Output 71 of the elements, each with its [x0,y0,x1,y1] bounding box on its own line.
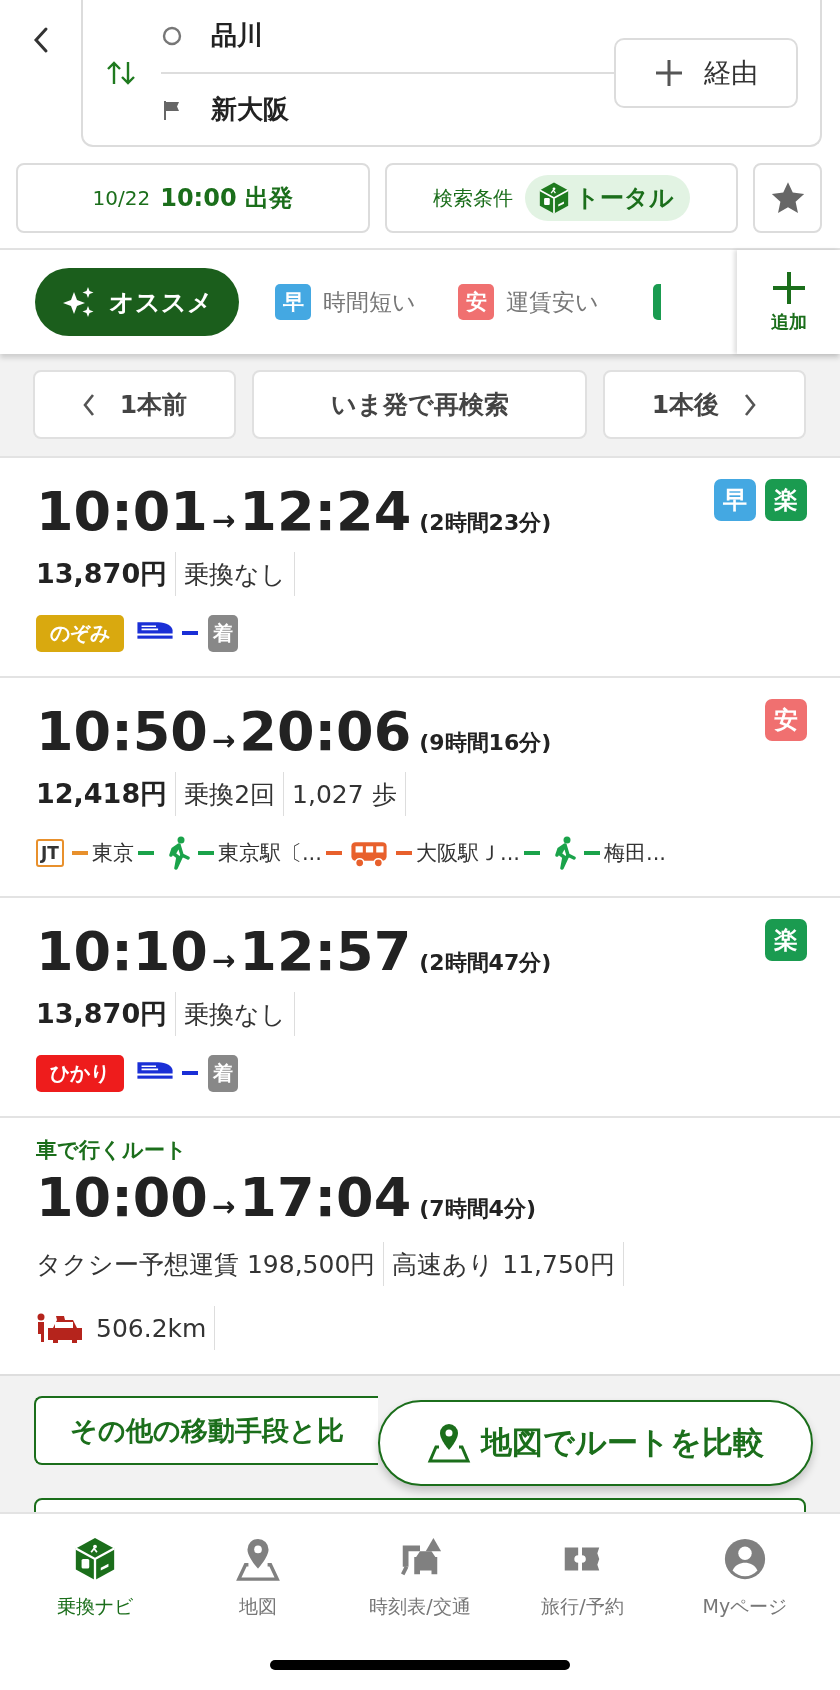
sort-tab[interactable]: オススメ [35,268,239,336]
train-name-badge: ひかり [36,1054,124,1092]
route-stat: 乗換2回 [176,772,285,816]
arrival-time: 20:06 [239,700,412,763]
destination-station[interactable]: 新大阪 [211,92,289,127]
back-icon [32,26,49,54]
nav-tab[interactable]: 時刻表/交通 [338,1514,502,1634]
plus-icon [654,57,684,88]
sort-tab[interactable]: 早 時間短い [275,284,416,320]
distance: 506.2km [96,1313,207,1343]
origin-station[interactable]: 品川 [211,18,263,53]
duration: (7時間4分) [419,1195,536,1223]
train-name-badge: のぞみ [36,614,124,652]
tab-badge[interactable] [653,284,661,320]
departure-time: 10:10 [36,920,208,983]
route-tag: 楽 [765,919,807,961]
arrow: → [211,1190,236,1223]
duration: (2時間47分) [419,949,552,977]
departure-time: 10:01 [36,480,208,543]
chevron-left-icon [81,392,96,417]
fare: 13,870円 [36,992,177,1036]
previous-button[interactable]: 1本前 [33,370,236,439]
map-pin-icon [234,1536,281,1582]
route-card[interactable]: 10:01→12:24(2時間23分) 早 楽 13,870円 乗換なし のぞみ 着 [0,458,840,678]
map-compare-button[interactable]: 地図でルートを比較 [378,1400,813,1486]
station-name: 東京 [91,840,134,867]
route-card[interactable]: 10:50→20:06(9時間16分) 安 12,418円 乗換2回 1,027 歩 JT 東京 東京駅〔... 大阪駅Ｊ... 梅田... [0,678,840,898]
research-now-button[interactable]: いま発で再検索 [252,370,587,439]
nav-tab[interactable]: 旅行/予約 [501,1514,664,1634]
arrow: → [211,504,236,537]
station-name: 大阪駅Ｊ... [415,840,520,867]
chevron-right-icon [743,392,758,417]
route-stat: 乗換なし [176,552,296,596]
plus-icon [770,270,807,306]
sort-tab[interactable]: 安 運賃安い [458,284,599,320]
nav-tab[interactable]: 乗換ナビ [14,1514,177,1634]
fare: 12,418円 [36,772,177,816]
duration: (2時間23分) [419,509,552,537]
route-tag: 楽 [765,479,807,521]
departure-time: 10:00 [36,1166,208,1229]
via-button[interactable]: 経由 [614,37,798,108]
departure-time: 10:50 [36,700,208,763]
arrow: → [211,944,236,977]
station-name: 梅田... [604,840,666,867]
route-tag: 安 [765,699,807,741]
nav-tab[interactable]: Myページ [663,1514,827,1634]
arrival-badge: 着 [208,1054,238,1092]
route-stat: 1,027 歩 [284,772,406,816]
arrival-time: 12:57 [239,920,412,983]
route-tag: 早 [714,479,756,521]
circle-icon [161,24,183,47]
arrival-time: 12:24 [239,480,412,543]
station-name: 東京駅〔... [217,840,322,867]
duration: (9時間16分) [419,729,552,757]
route-stat: タクシー予想運賃 198,500円 [36,1242,385,1286]
arrival-time: 17:04 [239,1166,412,1229]
route-card[interactable]: 10:10→12:57(2時間47分) 楽 13,870円 乗換なし ひかり 着 [0,898,840,1118]
car-route-label: 車で行くルート [36,1137,188,1164]
departure-button[interactable]: 10/22 10:00 出発 [16,163,370,233]
route-stat: 乗換なし [176,992,296,1036]
route-stat: 高速あり 11,750円 [384,1242,624,1286]
fare: 13,870円 [36,552,177,596]
favorite-button[interactable] [753,163,822,233]
arrival-badge: 着 [208,614,238,652]
map-pin-icon [427,1421,471,1465]
arrow: → [211,724,236,757]
compare-modes-button[interactable]: その他の移動手段と比 [34,1396,378,1465]
nav-tab[interactable]: 地図 [176,1514,339,1634]
search-conditions-button[interactable]: 検索条件 トータル [384,163,739,233]
line-logo: JT [36,839,64,867]
next-button[interactable]: 1本後 [603,370,806,439]
